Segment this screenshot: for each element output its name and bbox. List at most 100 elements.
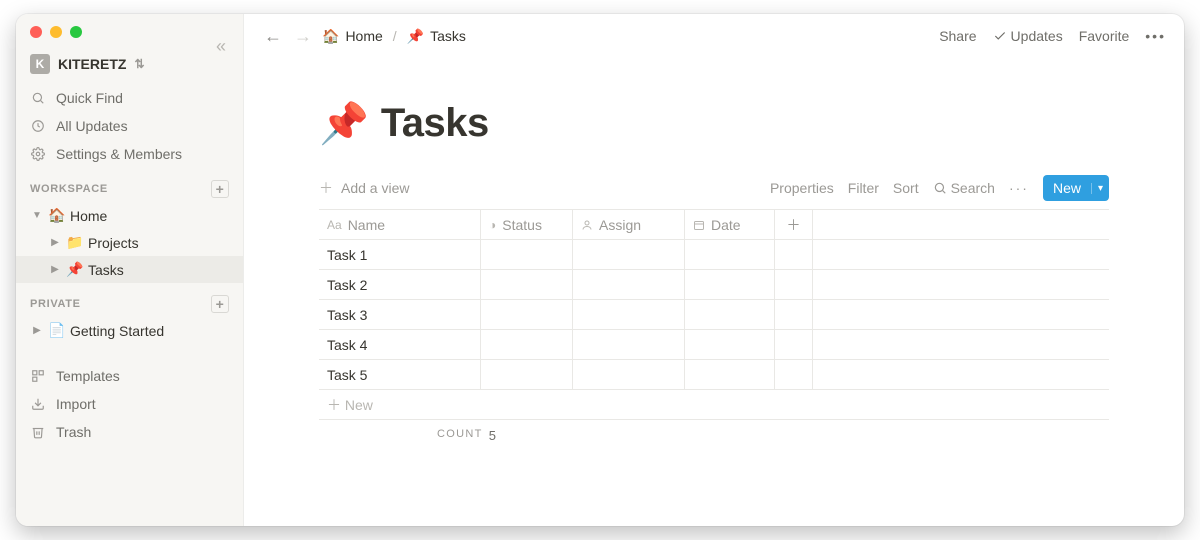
- column-header-assign[interactable]: Assign: [573, 210, 685, 239]
- title-prop-icon: Aa: [327, 218, 342, 232]
- new-row-button[interactable]: ＋ New: [319, 390, 1109, 420]
- sidebar-item-home[interactable]: ▼ 🏠 Home: [16, 202, 243, 229]
- share-button[interactable]: Share: [939, 28, 976, 44]
- trash-button[interactable]: Trash: [16, 418, 243, 446]
- minimize-window-button[interactable]: [50, 26, 62, 38]
- download-icon: [30, 397, 46, 411]
- page-body: 📌 Tasks ＋ Add a view Properties Filter S…: [244, 58, 1184, 526]
- aggregate-row[interactable]: COUNT 5: [319, 420, 1109, 451]
- sidebar-item-tasks[interactable]: ▶ 📌 Tasks: [16, 256, 243, 283]
- templates-icon: [30, 369, 46, 383]
- table-row[interactable]: Task 5: [319, 360, 1109, 390]
- new-record-button[interactable]: New ▾: [1043, 175, 1109, 201]
- cell-name: Task 1: [327, 247, 367, 263]
- database-toolbar: ＋ Add a view Properties Filter Sort Sear…: [319, 175, 1109, 201]
- settings-label: Settings & Members: [56, 146, 182, 162]
- sidebar-item-label: Projects: [88, 235, 139, 251]
- home-icon: 🏠: [322, 28, 339, 45]
- nav-back-button[interactable]: ←: [262, 26, 284, 47]
- breadcrumb-home[interactable]: Home: [345, 28, 382, 44]
- section-workspace-header: WORKSPACE +: [16, 168, 243, 202]
- templates-label: Templates: [56, 368, 120, 384]
- column-header-status[interactable]: ◑ Status: [481, 210, 573, 239]
- new-label: New: [1043, 180, 1091, 196]
- folder-icon: 📁: [66, 234, 84, 251]
- workspace-avatar: K: [30, 54, 50, 74]
- count-label: COUNT: [437, 428, 483, 443]
- app-window: « K KITERETZ ⇅ Quick Find All Updates Se…: [16, 14, 1184, 526]
- add-private-page-button[interactable]: +: [211, 295, 229, 313]
- trash-icon: [30, 425, 46, 439]
- all-updates-label: All Updates: [56, 118, 128, 134]
- favorite-button[interactable]: Favorite: [1079, 28, 1130, 44]
- plus-icon: ＋: [319, 178, 333, 198]
- section-private-label: PRIVATE: [30, 298, 81, 310]
- column-label: Date: [711, 217, 741, 233]
- collapse-sidebar-icon[interactable]: «: [216, 36, 226, 57]
- caret-right-icon[interactable]: ▶: [48, 264, 62, 275]
- import-label: Import: [56, 396, 96, 412]
- all-updates[interactable]: All Updates: [16, 112, 243, 140]
- chevron-updown-icon: ⇅: [134, 57, 144, 71]
- breadcrumb-separator: /: [389, 28, 401, 44]
- add-view-button[interactable]: ＋ Add a view: [319, 178, 409, 198]
- person-prop-icon: [581, 219, 593, 231]
- section-workspace-label: WORKSPACE: [30, 183, 108, 195]
- add-column-button[interactable]: ＋: [775, 210, 813, 239]
- pushpin-icon: 📌: [66, 261, 84, 278]
- more-menu-button[interactable]: •••: [1145, 28, 1166, 44]
- sidebar-item-getting-started[interactable]: ▶ 📄 Getting Started: [16, 317, 243, 344]
- trash-label: Trash: [56, 424, 91, 440]
- add-page-button[interactable]: +: [211, 180, 229, 198]
- section-private-header: PRIVATE +: [16, 283, 243, 317]
- sidebar-item-label: Home: [70, 208, 107, 224]
- caret-right-icon[interactable]: ▶: [48, 237, 62, 248]
- cell-name: Task 5: [327, 367, 367, 383]
- cell-name: Task 2: [327, 277, 367, 293]
- filter-button[interactable]: Filter: [848, 180, 879, 196]
- settings-members[interactable]: Settings & Members: [16, 140, 243, 168]
- sidebar-item-projects[interactable]: ▶ 📁 Projects: [16, 229, 243, 256]
- updates-button[interactable]: Updates: [993, 28, 1063, 44]
- column-header-name[interactable]: Aa Name: [319, 210, 481, 239]
- sidebar: « K KITERETZ ⇅ Quick Find All Updates Se…: [16, 14, 244, 526]
- table-row[interactable]: Task 2: [319, 270, 1109, 300]
- select-prop-icon: ◑: [489, 218, 496, 232]
- table-row[interactable]: Task 1: [319, 240, 1109, 270]
- nav-forward-button[interactable]: →: [292, 26, 314, 47]
- close-window-button[interactable]: [30, 26, 42, 38]
- caret-down-icon[interactable]: ▼: [30, 210, 44, 221]
- page-icon: 📄: [48, 322, 66, 339]
- import-button[interactable]: Import: [16, 390, 243, 418]
- page-title[interactable]: Tasks: [381, 101, 489, 146]
- chevron-down-icon[interactable]: ▾: [1091, 183, 1109, 194]
- quick-find[interactable]: Quick Find: [16, 84, 243, 112]
- templates-button[interactable]: Templates: [16, 362, 243, 390]
- search-button[interactable]: Search: [933, 180, 995, 196]
- window-controls: [30, 26, 82, 38]
- zoom-window-button[interactable]: [70, 26, 82, 38]
- table-row[interactable]: Task 4: [319, 330, 1109, 360]
- search-icon: [30, 91, 46, 105]
- count-value: 5: [489, 428, 496, 443]
- plus-icon: ＋: [327, 395, 341, 415]
- breadcrumb-tasks[interactable]: Tasks: [430, 28, 466, 44]
- properties-button[interactable]: Properties: [770, 180, 834, 196]
- caret-right-icon[interactable]: ▶: [30, 325, 44, 336]
- table-header-row: Aa Name ◑ Status Assign: [319, 210, 1109, 240]
- clock-icon: [30, 119, 46, 133]
- database-table: Aa Name ◑ Status Assign: [319, 209, 1109, 420]
- search-label: Search: [951, 180, 995, 196]
- date-prop-icon: [693, 219, 705, 231]
- sort-button[interactable]: Sort: [893, 180, 919, 196]
- quick-find-label: Quick Find: [56, 90, 123, 106]
- workspace-switcher[interactable]: K KITERETZ ⇅: [16, 50, 243, 84]
- table-row[interactable]: Task 3: [319, 300, 1109, 330]
- add-view-label: Add a view: [341, 180, 409, 196]
- pushpin-icon[interactable]: 📌: [319, 100, 369, 147]
- home-icon: 🏠: [48, 207, 66, 224]
- cell-name: Task 3: [327, 307, 367, 323]
- column-header-date[interactable]: Date: [685, 210, 775, 239]
- updates-label: Updates: [1011, 28, 1063, 44]
- more-options-button[interactable]: ···: [1009, 180, 1029, 196]
